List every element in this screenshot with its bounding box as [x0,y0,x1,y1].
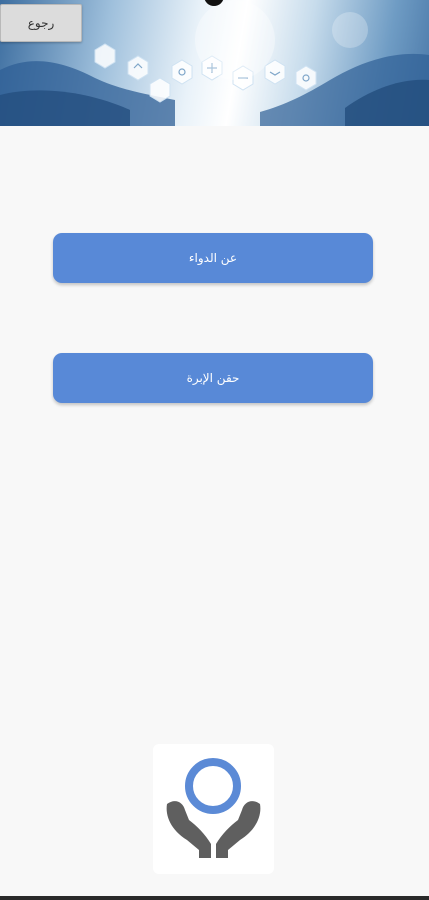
back-button[interactable]: رجوع [0,4,82,42]
bottom-border [0,896,429,900]
app-logo [153,744,274,874]
needle-injection-button[interactable]: حقن الإبرة [53,353,373,403]
about-medicine-button[interactable]: عن الدواء [53,233,373,283]
hands-holding-ring-icon [166,758,261,858]
